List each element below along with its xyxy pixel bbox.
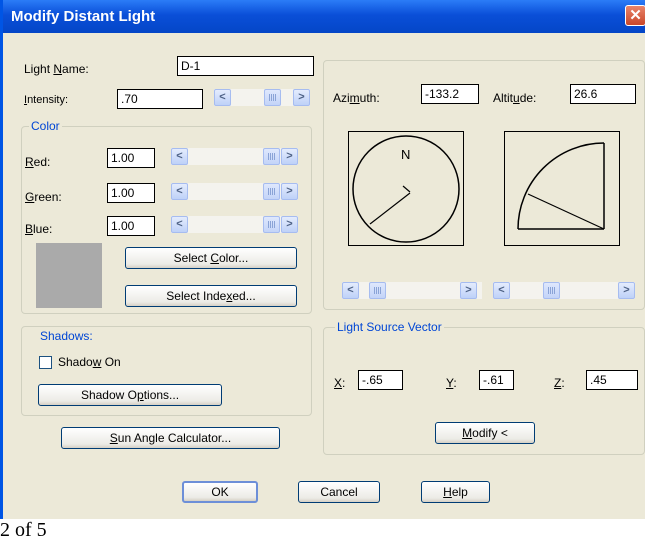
select-indexed-button[interactable]: Select Indexed... [125,285,297,307]
red-scrollbar[interactable]: < > [171,148,298,165]
shadow-options-button[interactable]: Shadow Options... [38,384,222,406]
shadows-group-title: Shadows: [38,329,95,343]
x-label: X: [334,376,346,390]
scroll-left-arrow-icon[interactable]: < [171,216,188,233]
azimuth-label: Azimuth: [333,91,380,105]
intensity-field[interactable]: .70 [117,89,203,109]
altitude-quadrant-icon[interactable] [504,131,620,246]
green-scrollbar[interactable]: < > [171,183,298,200]
green-label: Green: [25,190,62,204]
z-label: Z: [554,376,565,390]
close-icon[interactable]: ✕ [625,5,645,26]
z-field[interactable]: .45 [586,370,638,390]
altitude-field[interactable]: 26.6 [570,84,636,104]
scroll-thumb[interactable] [543,282,560,299]
scroll-thumb[interactable] [263,148,280,165]
intensity-scrollbar[interactable]: < > [214,89,310,106]
scroll-right-arrow-icon[interactable]: > [460,282,477,299]
color-swatch [36,243,102,308]
window-title: Modify Distant Light [11,8,156,25]
light-name-field[interactable]: D-1 [177,56,314,76]
red-label: Red: [25,155,51,169]
green-field[interactable]: 1.00 [107,183,155,203]
red-field[interactable]: 1.00 [107,148,155,168]
sun-angle-calculator-button[interactable]: Sun Angle Calculator... [61,427,280,449]
scroll-left-arrow-icon[interactable]: < [171,148,188,165]
light-name-label: Light Name: [24,62,89,76]
title-bar[interactable]: Modify Distant Light ✕ [3,0,645,33]
cancel-button[interactable]: Cancel [298,481,380,503]
scroll-left-arrow-icon[interactable]: < [342,282,359,299]
shadow-on-checkbox[interactable] [39,356,52,369]
scroll-left-arrow-icon[interactable]: < [493,282,510,299]
scroll-thumb[interactable] [263,183,280,200]
scroll-left-arrow-icon[interactable]: < [171,183,188,200]
modify-distant-light-dialog: Modify Distant Light ✕ Light Name: D-1 I… [0,0,645,519]
scroll-right-arrow-icon[interactable]: > [618,282,635,299]
azimuth-field[interactable]: -133.2 [421,84,479,104]
scroll-thumb[interactable] [369,282,386,299]
altitude-scrollbar[interactable]: < > [493,282,635,299]
page-counter-text: 2 of 5 [0,519,47,541]
scroll-right-arrow-icon[interactable]: > [293,89,310,106]
y-label: Y: [446,376,457,390]
compass-north-label: N [401,147,411,162]
modify-button[interactable]: Modify < [435,422,535,444]
shadow-on-label: Shadow On [58,355,121,369]
ok-button[interactable]: OK [182,481,258,503]
altitude-label: Altitude: [493,91,537,105]
scroll-right-arrow-icon[interactable]: > [281,183,298,200]
scroll-right-arrow-icon[interactable]: > [281,216,298,233]
intensity-label: Intensity: [24,94,69,106]
scroll-thumb[interactable] [263,216,280,233]
blue-label: Blue: [25,222,53,236]
light-source-vector-title: Light Source Vector [335,320,444,334]
help-button[interactable]: Help [421,481,490,503]
scroll-thumb[interactable] [264,89,281,106]
scroll-right-arrow-icon[interactable]: > [281,148,298,165]
blue-scrollbar[interactable]: < > [171,216,298,233]
scroll-left-arrow-icon[interactable]: < [214,89,231,106]
azimuth-scrollbar[interactable]: < > [342,282,482,299]
blue-field[interactable]: 1.00 [107,216,155,236]
color-group-title: Color [29,119,62,133]
select-color-button[interactable]: Select Color... [125,247,297,269]
y-field[interactable]: -.61 [479,370,514,390]
x-field[interactable]: -.65 [358,370,403,390]
